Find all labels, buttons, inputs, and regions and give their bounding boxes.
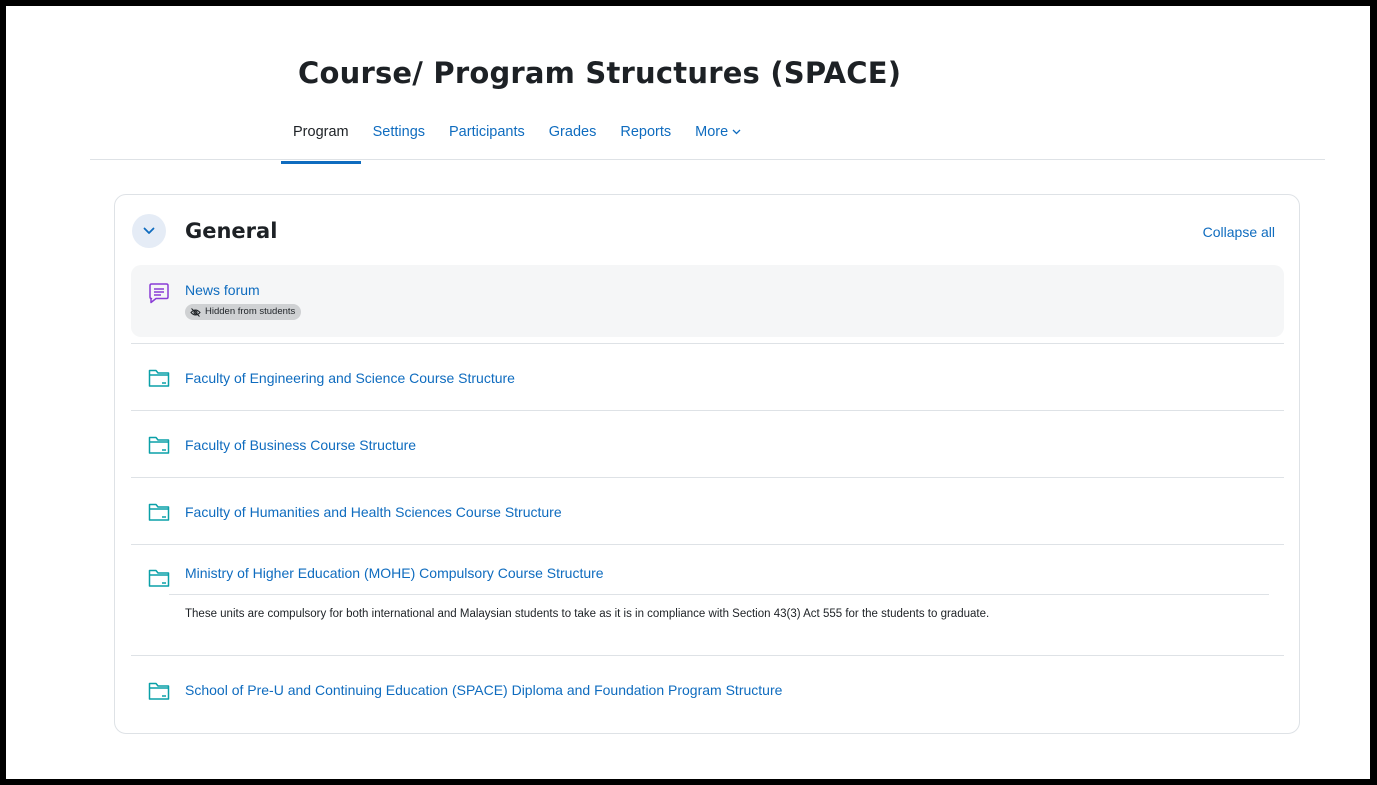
folder-icon: [148, 369, 170, 387]
visibility-badge: Hidden from students: [185, 304, 302, 320]
tab-more-label: More: [695, 124, 729, 140]
divider: [131, 410, 1284, 411]
activity-folder: Faculty of Business Course Structure: [131, 430, 1284, 460]
activity-link[interactable]: News forum: [185, 282, 260, 298]
tab-grades-label: Grades: [548, 124, 597, 140]
tab-settings[interactable]: Settings: [361, 111, 437, 165]
activity-link[interactable]: Faculty of Humanities and Health Science…: [185, 504, 562, 520]
divider: [131, 655, 1284, 656]
section-title: General: [185, 219, 278, 243]
tab-participants-label: Participants: [449, 124, 525, 140]
activity-link[interactable]: School of Pre-U and Continuing Education…: [185, 682, 782, 698]
folder-icon: [148, 682, 170, 700]
activity-folder: Faculty of Humanities and Health Science…: [131, 497, 1284, 527]
activity-news-forum: News forum Hidden from students: [131, 265, 1284, 337]
nav-divider: [90, 159, 1325, 160]
page-title: Course/ Program Structures (SPACE): [298, 56, 902, 90]
tab-settings-label: Settings: [372, 124, 426, 140]
activity-link[interactable]: Ministry of Higher Education (MOHE) Comp…: [185, 565, 604, 581]
description-divider: [169, 594, 1269, 595]
folder-icon: [148, 436, 170, 454]
tab-reports-label: Reports: [620, 124, 672, 140]
tab-participants[interactable]: Participants: [437, 111, 537, 165]
section-collapse-toggle[interactable]: [132, 214, 166, 248]
tab-program[interactable]: Program: [281, 111, 361, 165]
chevron-down-icon: [143, 227, 155, 234]
tab-program-label: Program: [293, 124, 349, 140]
collapse-all-link[interactable]: Collapse all: [1203, 224, 1275, 240]
secondary-navigation: Program Settings Participants Grades Rep…: [281, 111, 753, 165]
folder-icon: [148, 569, 170, 587]
eye-slash-icon: [190, 307, 201, 317]
activity-folder: School of Pre-U and Continuing Education…: [131, 675, 1284, 705]
activity-folder: Ministry of Higher Education (MOHE) Comp…: [131, 561, 1284, 591]
section-general: General Collapse all News forum Hidden f…: [114, 194, 1300, 734]
divider: [131, 477, 1284, 478]
tab-reports[interactable]: Reports: [608, 111, 683, 165]
page-frame: Course/ Program Structures (SPACE) Progr…: [6, 6, 1370, 779]
divider: [131, 343, 1284, 344]
badge-label: Hidden from students: [205, 306, 296, 317]
folder-icon: [148, 503, 170, 521]
activity-description: These units are compulsory for both inte…: [185, 608, 990, 620]
divider: [131, 544, 1284, 545]
chevron-down-icon: [732, 129, 741, 135]
activity-folder: Faculty of Engineering and Science Cours…: [131, 363, 1284, 393]
activity-link[interactable]: Faculty of Business Course Structure: [185, 437, 416, 453]
forum-icon: [149, 283, 169, 304]
tab-more[interactable]: More: [683, 111, 753, 165]
tab-grades[interactable]: Grades: [537, 111, 609, 165]
activity-link[interactable]: Faculty of Engineering and Science Cours…: [185, 370, 515, 386]
